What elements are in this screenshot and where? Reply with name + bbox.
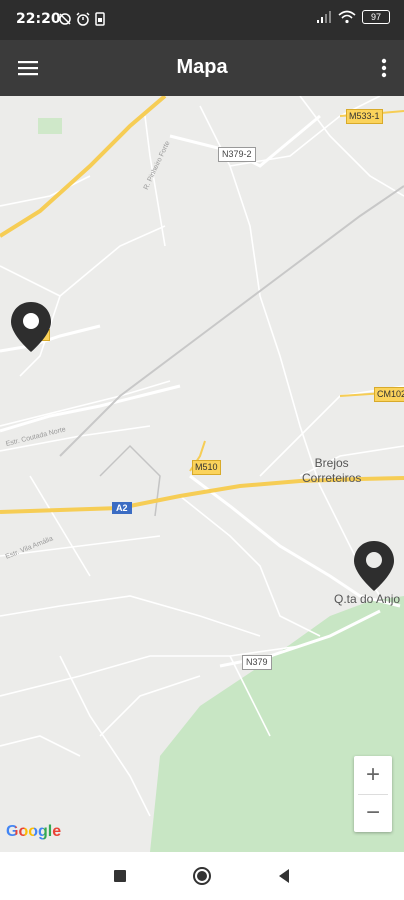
highway-north — [0, 96, 167, 238]
road-label-n379: N379 — [242, 655, 272, 670]
signal-icon — [317, 11, 331, 23]
battery-icon: 97 — [362, 10, 390, 24]
place-label-quinta: Q.ta do Anjo — [334, 592, 401, 606]
system-navigation-bar — [0, 852, 404, 900]
place-label-brejos-line2: Correteiros — [302, 471, 362, 485]
more-options-icon[interactable] — [374, 56, 394, 80]
zoom-in-button[interactable]: + — [354, 756, 392, 794]
status-bar: 22:20 97 — [0, 0, 404, 40]
home-icon[interactable] — [192, 866, 212, 886]
do-not-disturb-icon — [59, 13, 71, 25]
map-view[interactable]: M533-1 N379-2 CM102 M510 A2 N379 R. Pinh… — [0, 96, 404, 852]
map-pin-1[interactable] — [9, 300, 53, 354]
small-park — [38, 118, 62, 134]
road-label-m533: M533-1 — [346, 109, 383, 124]
app-bar: Mapa — [0, 40, 404, 96]
road-label-m510: M510 — [192, 460, 221, 475]
wifi-icon — [338, 10, 356, 24]
back-icon[interactable] — [274, 866, 294, 886]
status-system-icons: 97 — [316, 10, 390, 24]
battery-level: 97 — [370, 12, 381, 22]
status-time: 22:20 — [16, 11, 61, 27]
alarm-icon — [76, 12, 90, 26]
road-label-a2: A2 — [112, 502, 132, 514]
road-label-n379-2: N379-2 — [218, 147, 256, 162]
road-label-cm102: CM102 — [374, 387, 404, 402]
google-logo-text: Google — [6, 823, 62, 840]
google-logo: Google — [6, 823, 61, 841]
status-notification-icons — [58, 11, 106, 27]
zoom-out-button[interactable]: − — [354, 794, 392, 832]
recent-apps-icon[interactable] — [110, 866, 130, 886]
railway-line — [59, 185, 404, 457]
place-label-brejos-line1: Brejos — [314, 456, 349, 470]
page-title: Mapa — [176, 56, 228, 78]
place-label-brejos: Brejos Correteiros — [302, 456, 361, 486]
map-pin-2[interactable] — [352, 539, 396, 593]
sim-card-icon — [95, 12, 105, 26]
zoom-controls: + − — [354, 756, 392, 832]
